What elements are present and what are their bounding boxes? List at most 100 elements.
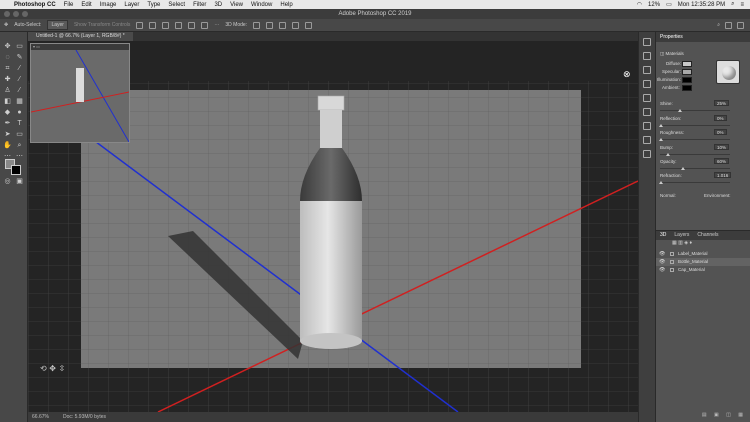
blur-icon[interactable]: ◆ bbox=[3, 109, 12, 117]
hand-icon[interactable]: ✋ bbox=[3, 142, 12, 150]
visibility-eye-icon[interactable]: 👁 bbox=[659, 266, 665, 274]
menu-image[interactable]: Image bbox=[100, 2, 117, 8]
zoom-icon[interactable]: ⌕ bbox=[15, 142, 24, 150]
healing-icon[interactable]: ✚ bbox=[3, 76, 12, 84]
refraction-value[interactable]: 1.016 bbox=[714, 172, 732, 178]
list-item[interactable]: 👁 Cap_Material bbox=[656, 266, 750, 274]
move-icon[interactable]: ✥ bbox=[3, 43, 12, 51]
character-panel-icon[interactable] bbox=[643, 80, 651, 88]
shine-value[interactable]: 25% bbox=[714, 100, 730, 106]
wifi-icon[interactable]: ◠ bbox=[637, 1, 642, 8]
opacity-slider[interactable] bbox=[660, 168, 730, 169]
opacity-value[interactable]: 60% bbox=[714, 158, 730, 164]
opacity-thumb[interactable] bbox=[681, 167, 685, 170]
zoom-window-icon[interactable] bbox=[22, 11, 28, 17]
close-window-icon[interactable] bbox=[4, 11, 10, 17]
show-transform-checkbox[interactable]: Show Transform Controls bbox=[74, 22, 130, 28]
swatches-panel-icon[interactable] bbox=[643, 122, 651, 130]
menu-filter[interactable]: Filter bbox=[193, 2, 206, 8]
eraser-icon[interactable]: ◧ bbox=[3, 98, 12, 106]
workspace-icon[interactable] bbox=[725, 21, 732, 29]
close-overlay-icon[interactable]: ⊗ bbox=[623, 70, 631, 80]
illumination-swatch[interactable] bbox=[682, 77, 692, 83]
tab-3d[interactable]: 3D bbox=[660, 231, 666, 240]
refraction-thumb[interactable] bbox=[659, 181, 663, 184]
move-tool-icon[interactable]: ✥ bbox=[4, 22, 8, 28]
menu-help[interactable]: Help bbox=[280, 2, 292, 8]
path-select-icon[interactable]: ➤ bbox=[3, 131, 12, 139]
auto-select-dropdown[interactable]: Layer bbox=[47, 20, 68, 30]
minimize-window-icon[interactable] bbox=[13, 11, 19, 17]
align-right-icon[interactable] bbox=[162, 21, 170, 29]
paths-panel-icon[interactable] bbox=[643, 136, 651, 144]
menu-layer[interactable]: Layer bbox=[124, 2, 139, 8]
material-preview[interactable] bbox=[716, 60, 740, 84]
roughness-thumb[interactable] bbox=[659, 138, 663, 141]
adjustments-panel-icon[interactable] bbox=[643, 66, 651, 74]
history-brush-icon[interactable]: ⁄ bbox=[15, 87, 24, 95]
3d-filter-bar[interactable]: ▦ ▥ ◈ ♦ bbox=[656, 240, 750, 250]
paragraph-panel-icon[interactable] bbox=[643, 94, 651, 102]
stamp-icon[interactable]: ♙ bbox=[3, 87, 12, 95]
screen-mode-icon[interactable]: ▣ bbox=[15, 178, 24, 186]
menu-file[interactable]: File bbox=[64, 2, 74, 8]
tab-channels[interactable]: Channels bbox=[697, 231, 718, 240]
search-icon[interactable]: ⌕ bbox=[731, 1, 734, 8]
eyedropper-icon[interactable]: ⁄ bbox=[15, 65, 24, 73]
info-panel-icon[interactable] bbox=[643, 108, 651, 116]
list-item[interactable]: 👁 Label_Material bbox=[656, 250, 750, 258]
libraries-panel-icon[interactable] bbox=[643, 150, 651, 158]
align-middle-icon[interactable] bbox=[188, 21, 196, 29]
bump-thumb[interactable] bbox=[666, 153, 670, 156]
doc-size[interactable]: Doc: 5.93M/0 bytes bbox=[63, 414, 106, 420]
roughness-value[interactable]: 0% bbox=[714, 129, 727, 135]
pen-icon[interactable]: ✒ bbox=[3, 120, 12, 128]
align-top-icon[interactable] bbox=[175, 21, 183, 29]
menu-type[interactable]: Type bbox=[147, 2, 160, 8]
slide-icon[interactable] bbox=[292, 21, 300, 29]
history-panel-icon[interactable] bbox=[643, 38, 651, 46]
brush-panel-icon[interactable] bbox=[643, 52, 651, 60]
menu-select[interactable]: Select bbox=[168, 2, 185, 8]
menu-list-icon[interactable]: ≡ bbox=[740, 2, 744, 8]
more-options-icon[interactable]: ⋯ bbox=[214, 22, 219, 28]
battery-percent[interactable]: 12% bbox=[648, 2, 660, 8]
scale-icon[interactable] bbox=[305, 21, 313, 29]
document-tab[interactable]: Untitled-1 @ 66.7% (Layer 1, RGB/8#) * bbox=[28, 32, 133, 41]
dodge-icon[interactable]: ● bbox=[15, 109, 24, 117]
ambient-swatch[interactable] bbox=[682, 85, 692, 91]
type-icon[interactable]: T bbox=[15, 120, 24, 128]
reflection-slider[interactable] bbox=[660, 125, 730, 126]
quick-select-icon[interactable]: ✎ bbox=[15, 54, 24, 62]
menu-3d[interactable]: 3D bbox=[214, 2, 222, 8]
diffuse-swatch[interactable] bbox=[682, 61, 692, 67]
background-color-swatch[interactable] bbox=[11, 165, 21, 175]
clock[interactable]: Mon 12:35:28 PM bbox=[678, 2, 725, 8]
bump-value[interactable]: 10% bbox=[714, 144, 730, 150]
layers-footer-icons[interactable]: ▤ ▣ ◫ ▦ bbox=[702, 412, 746, 418]
quick-mask-icon[interactable]: ◎ bbox=[3, 178, 12, 186]
menu-view[interactable]: View bbox=[230, 2, 243, 8]
battery-icon[interactable]: ▭ bbox=[666, 1, 672, 8]
share-icon[interactable] bbox=[737, 21, 744, 29]
marquee-icon[interactable]: ▭ bbox=[15, 43, 24, 51]
align-left-icon[interactable] bbox=[136, 21, 144, 29]
shine-thumb[interactable] bbox=[678, 109, 682, 112]
bump-slider[interactable] bbox=[660, 154, 730, 155]
search-icon[interactable]: ⌕ bbox=[717, 22, 720, 29]
align-bottom-icon[interactable] bbox=[201, 21, 209, 29]
tab-layers[interactable]: Layers bbox=[674, 231, 689, 240]
visibility-eye-icon[interactable]: 👁 bbox=[659, 258, 665, 266]
list-item[interactable]: 👁 Bottle_Material bbox=[656, 258, 750, 266]
camera-widget-icon[interactable]: ⟲ ✥ ⇳ bbox=[40, 364, 65, 373]
tab-properties[interactable]: Properties bbox=[660, 32, 683, 42]
gradient-icon[interactable]: ▦ bbox=[15, 98, 24, 106]
3d-camera-view[interactable]: ▾ ▭ bbox=[30, 43, 130, 143]
menu-edit[interactable]: Edit bbox=[81, 2, 91, 8]
roughness-slider[interactable] bbox=[660, 139, 730, 140]
refraction-slider[interactable] bbox=[660, 182, 730, 183]
reflection-thumb[interactable] bbox=[659, 124, 663, 127]
menu-window[interactable]: Window bbox=[251, 2, 272, 8]
zoom-level[interactable]: 66.67% bbox=[32, 414, 49, 420]
reflection-value[interactable]: 0% bbox=[714, 115, 727, 121]
